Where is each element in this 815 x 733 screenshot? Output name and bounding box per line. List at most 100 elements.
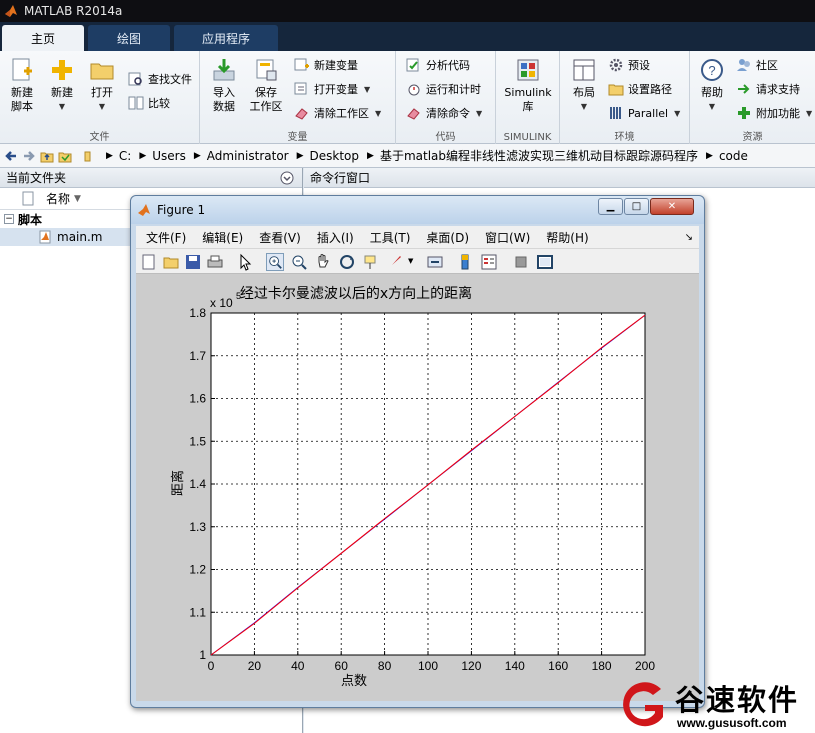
pan-hand-icon[interactable]	[314, 253, 332, 271]
brush-icon[interactable]	[386, 253, 404, 271]
breadcrumb-item[interactable]: 基于matlab编程非线性滤波实现三维机动目标跟踪源码程序	[380, 147, 698, 164]
y-tick-label: 1.7	[189, 349, 206, 363]
collapse-icon[interactable]: −	[4, 214, 14, 224]
tab-plots[interactable]: 绘图	[88, 25, 170, 51]
menu-insert[interactable]: 插入(I)	[317, 229, 354, 246]
stopwatch-icon	[408, 84, 420, 96]
breadcrumb: ▶ C: ▶ Users ▶ Administrator ▶ Desktop ▶ 基于ma…	[98, 147, 748, 164]
compare-button[interactable]: 比较	[128, 93, 170, 113]
plus-icon	[738, 107, 750, 119]
close-button[interactable]: ✕	[650, 198, 694, 215]
new-figure-icon[interactable]	[140, 253, 158, 271]
ribbon: 新建 脚本 新建 ▼ 打开 ▼ 查找文件 比较 文件 导入 数据 保存 工作区 …	[0, 51, 815, 144]
new-script-button[interactable]: 新建 脚本	[0, 57, 44, 114]
help-button[interactable]: ? 帮助 ▼	[690, 57, 734, 114]
code-group: 分析代码 运行和计时 清除命令 ▼ 代码	[396, 51, 496, 144]
layout-button[interactable]: 布局 ▼	[562, 57, 606, 114]
new-label: 新建	[51, 86, 73, 99]
save-workspace-button[interactable]: 保存 工作区	[244, 57, 288, 114]
open-file-icon[interactable]	[162, 253, 180, 271]
open-button[interactable]: 打开 ▼	[80, 57, 124, 114]
compare-icon	[128, 96, 144, 110]
menu-view[interactable]: 查看(V)	[259, 229, 301, 246]
zoom-in-icon[interactable]	[266, 253, 284, 271]
simulink-library-button[interactable]: Simulink 库	[500, 57, 556, 114]
y-tick-label: 1.2	[189, 563, 206, 577]
minimize-button[interactable]: ▁	[598, 198, 623, 215]
clear-commands-button[interactable]: 清除命令 ▼	[406, 103, 482, 123]
new-button[interactable]: 新建 ▼	[40, 57, 84, 114]
name-column-label: 名称	[46, 192, 71, 206]
breadcrumb-item[interactable]: Desktop	[310, 149, 360, 163]
folder-icon	[608, 84, 624, 96]
colorbar-icon[interactable]	[456, 253, 474, 271]
save-icon[interactable]	[184, 253, 202, 271]
preferences-label: 预设	[628, 59, 650, 72]
resources-group-label: 资源	[742, 132, 763, 143]
community-icon	[737, 59, 750, 71]
menu-window[interactable]: 窗口(W)	[485, 229, 530, 246]
preferences-button[interactable]: 预设	[608, 55, 650, 75]
x-tick-label: 200	[635, 659, 655, 673]
import-data-button[interactable]: 导入 数据	[202, 57, 246, 114]
zoom-out-icon[interactable]	[290, 253, 308, 271]
browse-folder-icon[interactable]	[58, 149, 72, 163]
print-icon[interactable]	[206, 253, 224, 271]
analyze-code-label: 分析代码	[426, 59, 470, 72]
request-support-button[interactable]: 请求支持	[736, 79, 800, 99]
menu-help[interactable]: 帮助(H)	[546, 229, 588, 246]
link-plot-icon[interactable]	[426, 253, 444, 271]
run-and-time-button[interactable]: 运行和计时	[406, 79, 481, 99]
title-bar: MATLAB R2014a	[0, 0, 815, 22]
tab-apps[interactable]: 应用程序	[174, 25, 278, 51]
breadcrumb-item[interactable]: code	[719, 149, 748, 163]
new-variable-button[interactable]: 新建变量	[294, 55, 358, 75]
chevron-down-icon[interactable]: ▼	[408, 257, 413, 265]
menu-tools[interactable]: 工具(T)	[370, 229, 411, 246]
m-file-icon	[39, 230, 51, 244]
chevron-down-icon[interactable]: ▼	[364, 85, 370, 94]
chevron-down-icon[interactable]: ▼	[674, 109, 680, 118]
open-variable-button[interactable]: 打开变量 ▼	[294, 79, 370, 99]
analyze-code-button[interactable]: 分析代码	[406, 55, 470, 75]
menu-file[interactable]: 文件(F)	[146, 229, 186, 246]
breadcrumb-item[interactable]: C:	[119, 149, 131, 163]
parallel-button[interactable]: Parallel ▼	[608, 103, 680, 123]
chevron-down-icon[interactable]: ▼	[375, 109, 381, 118]
breadcrumb-item[interactable]: Users	[152, 149, 186, 163]
figure-title-bar[interactable]: Figure 1 ▁ □ ✕	[131, 196, 704, 224]
clear-workspace-button[interactable]: 清除工作区 ▼	[294, 103, 381, 123]
tab-home[interactable]: 主页	[2, 25, 84, 51]
x-tick-label: 80	[378, 659, 392, 673]
chevron-down-icon: ▼	[98, 102, 106, 111]
hide-tools-icon[interactable]	[512, 253, 530, 271]
forward-arrow-icon[interactable]	[22, 149, 36, 163]
x-tick-label: 60	[335, 659, 349, 673]
show-tools-icon[interactable]	[536, 253, 554, 271]
menu-desktop[interactable]: 桌面(D)	[426, 229, 469, 246]
find-files-button[interactable]: 查找文件	[128, 69, 192, 89]
set-path-button[interactable]: 设置路径	[608, 79, 672, 99]
pointer-icon[interactable]	[236, 253, 254, 271]
simulink-group: Simulink 库 SIMULINK	[496, 51, 560, 144]
chevron-down-icon[interactable]: ▼	[806, 109, 812, 118]
support-icon	[738, 84, 750, 94]
chevron-down-icon[interactable]: ▼	[476, 109, 482, 118]
legend-icon[interactable]	[480, 253, 498, 271]
new-variable-label: 新建变量	[314, 59, 358, 72]
breadcrumb-item[interactable]: Administrator	[207, 149, 289, 163]
maximize-button[interactable]: □	[624, 198, 649, 215]
back-arrow-icon[interactable]	[4, 149, 18, 163]
open-variable-icon	[294, 82, 307, 95]
add-ons-button[interactable]: 附加功能 ▼	[736, 103, 812, 123]
watermark-url: www.gususoft.com	[677, 716, 787, 730]
menu-edit[interactable]: 编辑(E)	[202, 229, 243, 246]
rotate-3d-icon[interactable]	[338, 253, 356, 271]
figure-canvas[interactable]: 经过卡尔曼滤波以后的x方向上的距离 x 10 5 点数 距离 0 20 40 60 80…	[136, 274, 699, 701]
find-files-icon	[128, 72, 142, 86]
dock-arrow-icon[interactable]: ↘	[685, 232, 693, 243]
data-cursor-icon[interactable]	[362, 253, 380, 271]
community-button[interactable]: 社区	[736, 55, 778, 75]
panel-menu-icon[interactable]	[280, 171, 294, 185]
up-folder-icon[interactable]	[40, 149, 54, 163]
